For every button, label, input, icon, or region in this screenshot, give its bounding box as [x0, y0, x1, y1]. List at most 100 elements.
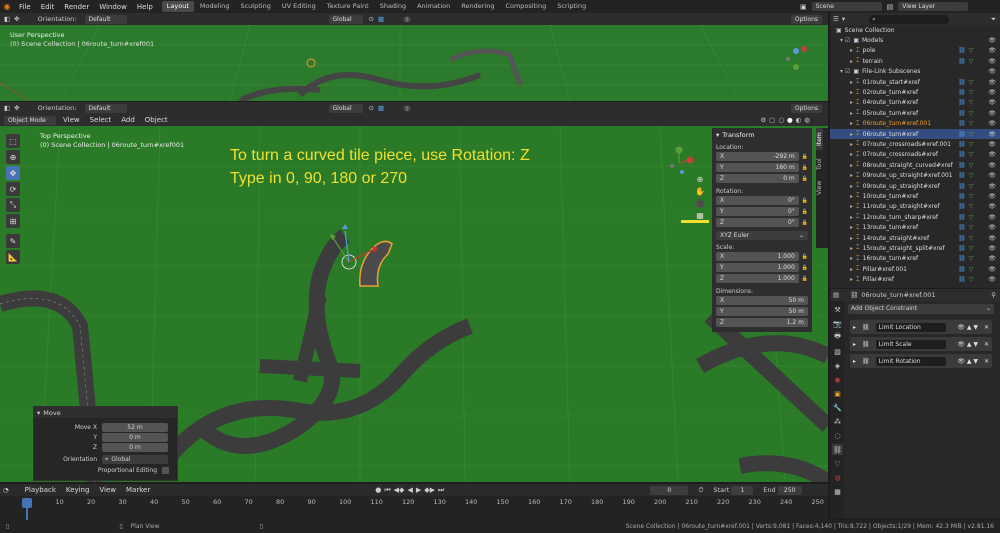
- outliner-object[interactable]: ▸ ⌶ 10route_turn#xref ⛓ ▽ 👁: [830, 191, 1000, 201]
- view-layer-tab-icon[interactable]: ▧: [832, 346, 843, 357]
- outliner-search-input[interactable]: ⌕: [869, 14, 950, 24]
- pan-icon[interactable]: ✋: [695, 187, 705, 196]
- tab-tool[interactable]: Tool: [816, 154, 823, 174]
- outliner-object[interactable]: ▸ ⌶ 11route_up_straight#xref ⛓ ▽ 👁: [830, 202, 1000, 212]
- move-orientation-dropdown[interactable]: ⌖ Global: [102, 455, 168, 464]
- constraint-limit-scale[interactable]: ▸ ⛓ Limit Scale 👁 ▲ ▼ ✕: [850, 337, 992, 351]
- menu-render[interactable]: Render: [59, 3, 94, 11]
- visibility-eye-icon[interactable]: 👁: [988, 58, 996, 65]
- current-frame-field[interactable]: 0: [650, 485, 689, 495]
- close-icon[interactable]: ✕: [984, 324, 989, 331]
- outliner-object[interactable]: ▸ ⌶ 14route_straight#xref ⛓ ▽ 👁: [830, 233, 1000, 243]
- outliner-object[interactable]: ▸ ⌶ 13route_turn#xref ⛓ ▽ 👁: [830, 222, 1000, 232]
- move-down-icon[interactable]: ▼: [973, 324, 978, 331]
- nav-gizmo[interactable]: [662, 146, 696, 180]
- rotation-mode-dropdown[interactable]: XYZ Euler ⌄: [716, 231, 808, 240]
- visibility-eye-icon[interactable]: 👁: [988, 68, 996, 75]
- display-mode-icon[interactable]: ▾: [842, 15, 845, 23]
- jump-end-icon[interactable]: ⏭: [438, 486, 444, 495]
- rotate-icon[interactable]: ⟳: [6, 182, 20, 196]
- rotation-x-field[interactable]: X 0°: [716, 196, 799, 205]
- expand-icon[interactable]: ▸: [853, 341, 856, 348]
- tab-animation[interactable]: Animation: [412, 1, 455, 12]
- lock-icon[interactable]: 🔓: [802, 220, 808, 226]
- visibility-eye-icon[interactable]: 👁: [988, 120, 996, 127]
- visibility-eye-icon[interactable]: 👁: [988, 141, 996, 148]
- visibility-eye-icon[interactable]: 👁: [988, 37, 996, 44]
- lock-icon[interactable]: 🔓: [802, 176, 808, 182]
- filter-icon[interactable]: ⏷: [991, 15, 996, 24]
- tab-layout[interactable]: Layout: [161, 1, 194, 12]
- object-bullet-icon[interactable]: ▸: [850, 193, 853, 200]
- tab-rendering[interactable]: Rendering: [456, 1, 499, 12]
- visibility-eye-icon[interactable]: 👁: [988, 79, 996, 86]
- visibility-eye-icon[interactable]: 👁: [988, 235, 996, 242]
- tab-item[interactable]: Item: [816, 128, 823, 150]
- modifier-tab-icon[interactable]: 🔧: [832, 402, 843, 413]
- menu-add[interactable]: Add: [116, 116, 140, 124]
- object-bullet-icon[interactable]: ▸: [850, 172, 853, 179]
- move-x-field[interactable]: 52 m: [102, 422, 168, 432]
- jump-start-icon[interactable]: ⏮: [384, 486, 390, 495]
- object-bullet-icon[interactable]: ▸: [850, 266, 853, 273]
- editor-type-icon[interactable]: ◧: [4, 15, 10, 23]
- object-bullet-icon[interactable]: ▸: [850, 162, 853, 169]
- timeline-ruler[interactable]: 0102030405060708090100110120130140150160…: [0, 498, 828, 508]
- dimensions-z-field[interactable]: Z 1.2 m: [716, 318, 808, 327]
- menu-timeline-view[interactable]: View: [94, 486, 121, 494]
- outliner-collection[interactable]: ▾ ☑ ▣ File-Link Subscenes 👁: [830, 67, 1000, 77]
- proportional-icon[interactable]: ◎: [404, 104, 410, 112]
- data-tab-icon[interactable]: ▽: [832, 458, 843, 469]
- main-viewport[interactable]: ◧ ✥ Orientation: Default Global ⊙ ▩ ◎ Op…: [0, 102, 828, 482]
- constraint-name-field[interactable]: Limit Location: [875, 322, 946, 332]
- physics-tab-icon[interactable]: ◌: [832, 430, 843, 441]
- lock-icon[interactable]: 🔓: [802, 165, 808, 171]
- constraints-tab-icon[interactable]: ⛓: [832, 444, 843, 455]
- outliner-object[interactable]: ▸ ⌶ 12route_turn_sharp#xref ⛓ ▽ 👁: [830, 212, 1000, 222]
- start-frame-field[interactable]: 1: [731, 485, 754, 495]
- render-tab-icon[interactable]: 📷: [832, 318, 843, 329]
- end-frame-field[interactable]: 250: [777, 485, 802, 495]
- menu-help[interactable]: Help: [132, 3, 158, 11]
- tab-modeling[interactable]: Modeling: [195, 1, 235, 12]
- location-x-field[interactable]: X -292 m: [716, 152, 799, 161]
- outliner-object[interactable]: ▸ ⌶ 06route_turn#xref.001 ⛓ ▽ 👁: [830, 119, 1000, 129]
- tab-texture-paint[interactable]: Texture Paint: [322, 1, 374, 12]
- solid-shading-icon[interactable]: ●: [787, 116, 793, 124]
- visibility-eye-icon[interactable]: 👁: [988, 162, 996, 169]
- visibility-eye-icon[interactable]: 👁: [988, 266, 996, 273]
- menu-select[interactable]: Select: [85, 116, 117, 124]
- object-bullet-icon[interactable]: ▸: [850, 89, 853, 96]
- move-down-icon[interactable]: ▼: [973, 358, 978, 365]
- tab-uv-editing[interactable]: UV Editing: [277, 1, 321, 12]
- scene-name[interactable]: Scene: [811, 2, 882, 11]
- timeline-editor-icon[interactable]: ◔: [3, 486, 9, 494]
- wireframe-shading-icon[interactable]: ○: [778, 116, 784, 124]
- rotation-z-field[interactable]: Z 0°: [716, 218, 799, 227]
- move-icon[interactable]: ✥: [6, 166, 20, 180]
- visibility-eye-icon[interactable]: 👁: [988, 89, 996, 96]
- mode-dropdown[interactable]: Object Mode: [4, 115, 56, 125]
- output-tab-icon[interactable]: 🖶: [832, 332, 843, 343]
- proportional-editing-checkbox[interactable]: [162, 467, 169, 474]
- camera-icon[interactable]: 🎥: [695, 199, 705, 208]
- overlay-icon[interactable]: ⚙: [760, 116, 766, 124]
- options-dropdown[interactable]: Options: [790, 14, 822, 24]
- visibility-eye-icon[interactable]: 👁: [988, 276, 996, 283]
- move-tool-icon[interactable]: ✥: [14, 104, 19, 112]
- transform-orientation-dropdown[interactable]: Global: [328, 14, 363, 24]
- play-reverse-icon[interactable]: ◀: [407, 486, 412, 494]
- pivot-icon[interactable]: ⊙: [369, 104, 374, 112]
- object-bullet-icon[interactable]: ▸: [850, 183, 853, 190]
- tool-tab-icon[interactable]: ⚒: [832, 304, 843, 315]
- object-bullet-icon[interactable]: ▸: [850, 141, 853, 148]
- transform-icon[interactable]: ⊞: [6, 214, 20, 228]
- location-z-field[interactable]: Z 0 m: [716, 174, 799, 183]
- visibility-eye-icon[interactable]: 👁: [957, 324, 965, 331]
- move-up-icon[interactable]: ▲: [967, 358, 972, 365]
- scale-icon[interactable]: ⤡: [6, 198, 20, 212]
- properties-editor-icon[interactable]: ▤: [833, 291, 839, 299]
- visibility-eye-icon[interactable]: 👁: [957, 341, 965, 348]
- snap-icon[interactable]: ▩: [378, 104, 384, 112]
- object-bullet-icon[interactable]: ▸: [850, 58, 853, 65]
